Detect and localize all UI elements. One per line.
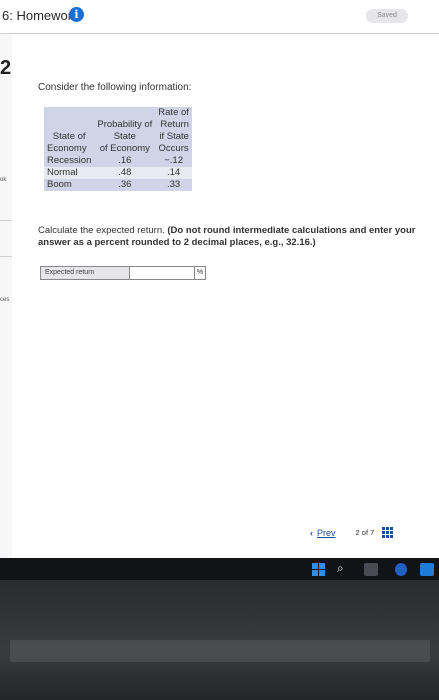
question-number: 2 (0, 57, 12, 79)
table-row: Boom .36 .33 (44, 179, 192, 191)
percent-unit: % (195, 266, 206, 280)
question-instructions: Calculate the expected return. (Do not r… (38, 225, 434, 249)
table-cell: .16 (94, 155, 156, 167)
sidebar-divider (0, 256, 12, 257)
table-cell: Boom (44, 179, 95, 191)
sidebar-item-2[interactable]: ces (0, 297, 9, 303)
search-icon[interactable]: ⌕ (337, 561, 351, 575)
table-cell: Recession (44, 155, 95, 167)
table-cell: Normal (44, 167, 95, 179)
app-icon[interactable] (395, 563, 407, 576)
screen: 6: Homework i Saved ok ces 2 Consider th… (0, 0, 439, 558)
table-cell: −.12 (155, 155, 192, 167)
page-of: of (361, 528, 369, 537)
table-header: if State (155, 131, 192, 143)
table-row: Normal .48 .14 (44, 167, 192, 179)
taskview-icon[interactable] (364, 563, 378, 576)
table-cell: .36 (94, 179, 156, 191)
question-navigation: ‹ Prev 2 of 7 (310, 527, 394, 538)
app-icon-2[interactable] (420, 563, 434, 576)
question-prompt: Consider the following information: (38, 82, 192, 93)
prev-label: Prev (317, 527, 336, 538)
sidebar-item-1[interactable]: ok (0, 177, 6, 183)
table-header: Rate of (155, 107, 192, 119)
table-header: Probability of (94, 119, 156, 131)
page-current: 2 (355, 528, 360, 537)
info-icon[interactable]: i (69, 7, 84, 22)
table-header: Return (155, 119, 192, 131)
answer-label: Expected return (40, 266, 129, 280)
expected-return-input[interactable] (129, 266, 195, 280)
windows-start-icon[interactable] (312, 563, 326, 576)
sidebar-divider (0, 220, 12, 221)
table-row: Recession .16 −.12 (44, 155, 192, 167)
table-header: Economy (44, 143, 95, 155)
page-total: 7 (370, 528, 375, 537)
table-header: State of (44, 131, 95, 143)
assignment-title: 6: Homework (2, 8, 79, 23)
table-cell: .48 (94, 167, 156, 179)
top-bar: 6: Homework i Saved (0, 0, 439, 34)
grid-icon[interactable] (382, 527, 394, 538)
table-cell: .14 (155, 167, 192, 179)
prev-button[interactable]: ‹ Prev (310, 528, 336, 538)
answer-row: Expected return % (40, 266, 206, 280)
taskbar: ⌕ (0, 558, 439, 580)
chevron-left-icon: ‹ (310, 527, 313, 538)
saved-badge: Saved (366, 9, 408, 23)
information-table: Rate of Probability of Return State of Sta… (44, 107, 192, 191)
instruction-text: Calculate the expected return. (38, 225, 165, 236)
table-header: of Economy (94, 143, 156, 155)
table-cell: .33 (155, 179, 192, 191)
table-header: Occurs (155, 143, 192, 155)
monitor-bezel-edge (10, 640, 430, 662)
table-header: State (94, 131, 156, 143)
page-indicator[interactable]: 2 of 7 (356, 528, 375, 537)
